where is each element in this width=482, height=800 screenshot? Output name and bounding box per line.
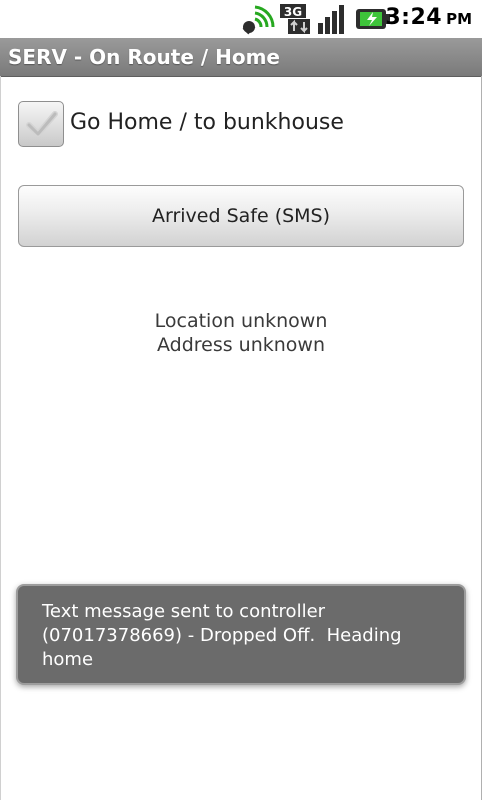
left-edge-divider (0, 76, 1, 800)
app-title-bar: SERV - On Route / Home (0, 38, 482, 77)
address-status: Address unknown (156, 334, 326, 356)
status-clock: 3:24 PM (385, 5, 472, 33)
toast-line: home (42, 649, 94, 670)
3g-data-icon: 3G (279, 3, 313, 39)
go-home-label[interactable]: Go Home / to bunkhouse (70, 110, 344, 135)
gps-signal-icon (241, 3, 275, 39)
app-title: SERV - On Route / Home (8, 45, 280, 69)
toast-message: Text message sent to controller (0701737… (16, 584, 466, 685)
clock-ampm: PM (446, 10, 472, 28)
location-status: Location unknown (154, 310, 328, 332)
checkmark-icon (26, 111, 58, 137)
arrived-safe-button[interactable]: Arrived Safe (SMS) (18, 185, 464, 247)
clock-time: 3:24 (385, 5, 443, 30)
toast-line: (07017378669) - Dropped Off. Heading (42, 625, 402, 646)
go-home-checkbox[interactable] (18, 101, 64, 147)
toast-line: Text message sent to controller (42, 601, 326, 622)
status-bar: 3G 3:24 PM (0, 0, 482, 38)
location-info: Location unknown Address unknown (0, 309, 482, 357)
signal-strength-icon (316, 3, 350, 39)
svg-text:3G: 3G (284, 5, 302, 19)
